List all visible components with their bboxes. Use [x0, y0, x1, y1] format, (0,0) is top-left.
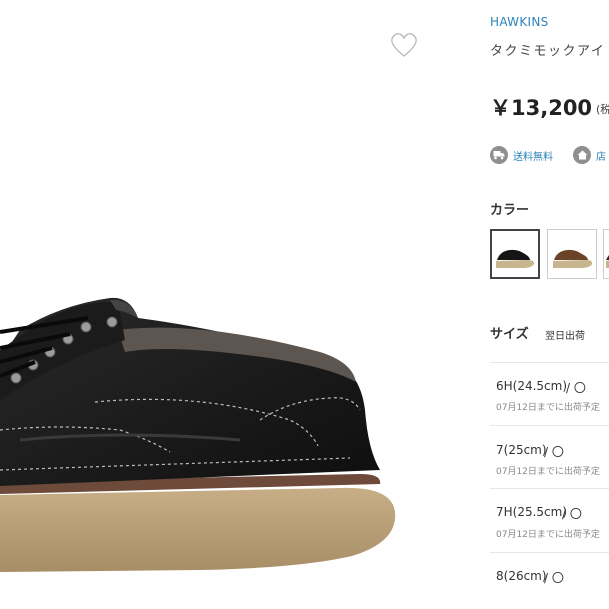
favorite-heart-icon[interactable] — [390, 32, 418, 58]
size-option-label[interactable]: 8(26cm) — [496, 569, 547, 583]
product-info-panel: HAWKINS タクミモックアイ ￥13,200 (税 送料無料 店 カラー サ… — [472, 0, 609, 609]
home-icon — [573, 146, 591, 164]
size-option-label[interactable]: 7(25cm) — [496, 443, 547, 457]
size-divider — [490, 488, 609, 489]
product-image-gallery[interactable] — [0, 0, 472, 609]
size-stock-status: / 〇 — [544, 571, 564, 585]
color-swatch-brown[interactable] — [547, 229, 597, 279]
price: ￥13,200 — [490, 96, 593, 120]
size-option-label[interactable]: 6H(24.5cm) — [496, 379, 567, 393]
color-swatch-black[interactable] — [490, 229, 540, 279]
free-shipping-tag[interactable]: 送料無料 — [490, 145, 553, 165]
size-option-label[interactable]: 7H(25.5cm) — [496, 505, 567, 519]
store-label: 店 — [596, 151, 606, 163]
store-tag[interactable]: 店 — [573, 145, 606, 165]
size-ship-note: 07月12日までに出荷予定 — [496, 530, 600, 540]
size-divider — [490, 425, 609, 426]
brand-link[interactable]: HAWKINS — [490, 15, 549, 29]
size-ship-note: 07月12日までに出荷予定 — [496, 467, 600, 477]
size-heading: サイズ — [490, 327, 529, 342]
free-shipping-label: 送料無料 — [513, 151, 553, 163]
size-stock-status: / 〇 — [566, 381, 586, 395]
size-ship-note: 07月12日までに出荷予定 — [496, 403, 600, 413]
product-image-shoe — [0, 297, 396, 572]
tax-note: (税 — [596, 103, 609, 116]
size-divider — [490, 552, 609, 553]
color-heading: カラー — [490, 203, 530, 218]
size-stock-status: / 〇 — [562, 507, 582, 521]
product-name: タクミモックアイ — [490, 44, 606, 59]
size-divider — [490, 362, 609, 363]
truck-icon — [490, 146, 508, 164]
color-swatch-third[interactable] — [603, 229, 609, 279]
size-stock-status: / 〇 — [544, 445, 564, 459]
next-day-shipping-label: 翌日出荷 — [545, 331, 585, 342]
